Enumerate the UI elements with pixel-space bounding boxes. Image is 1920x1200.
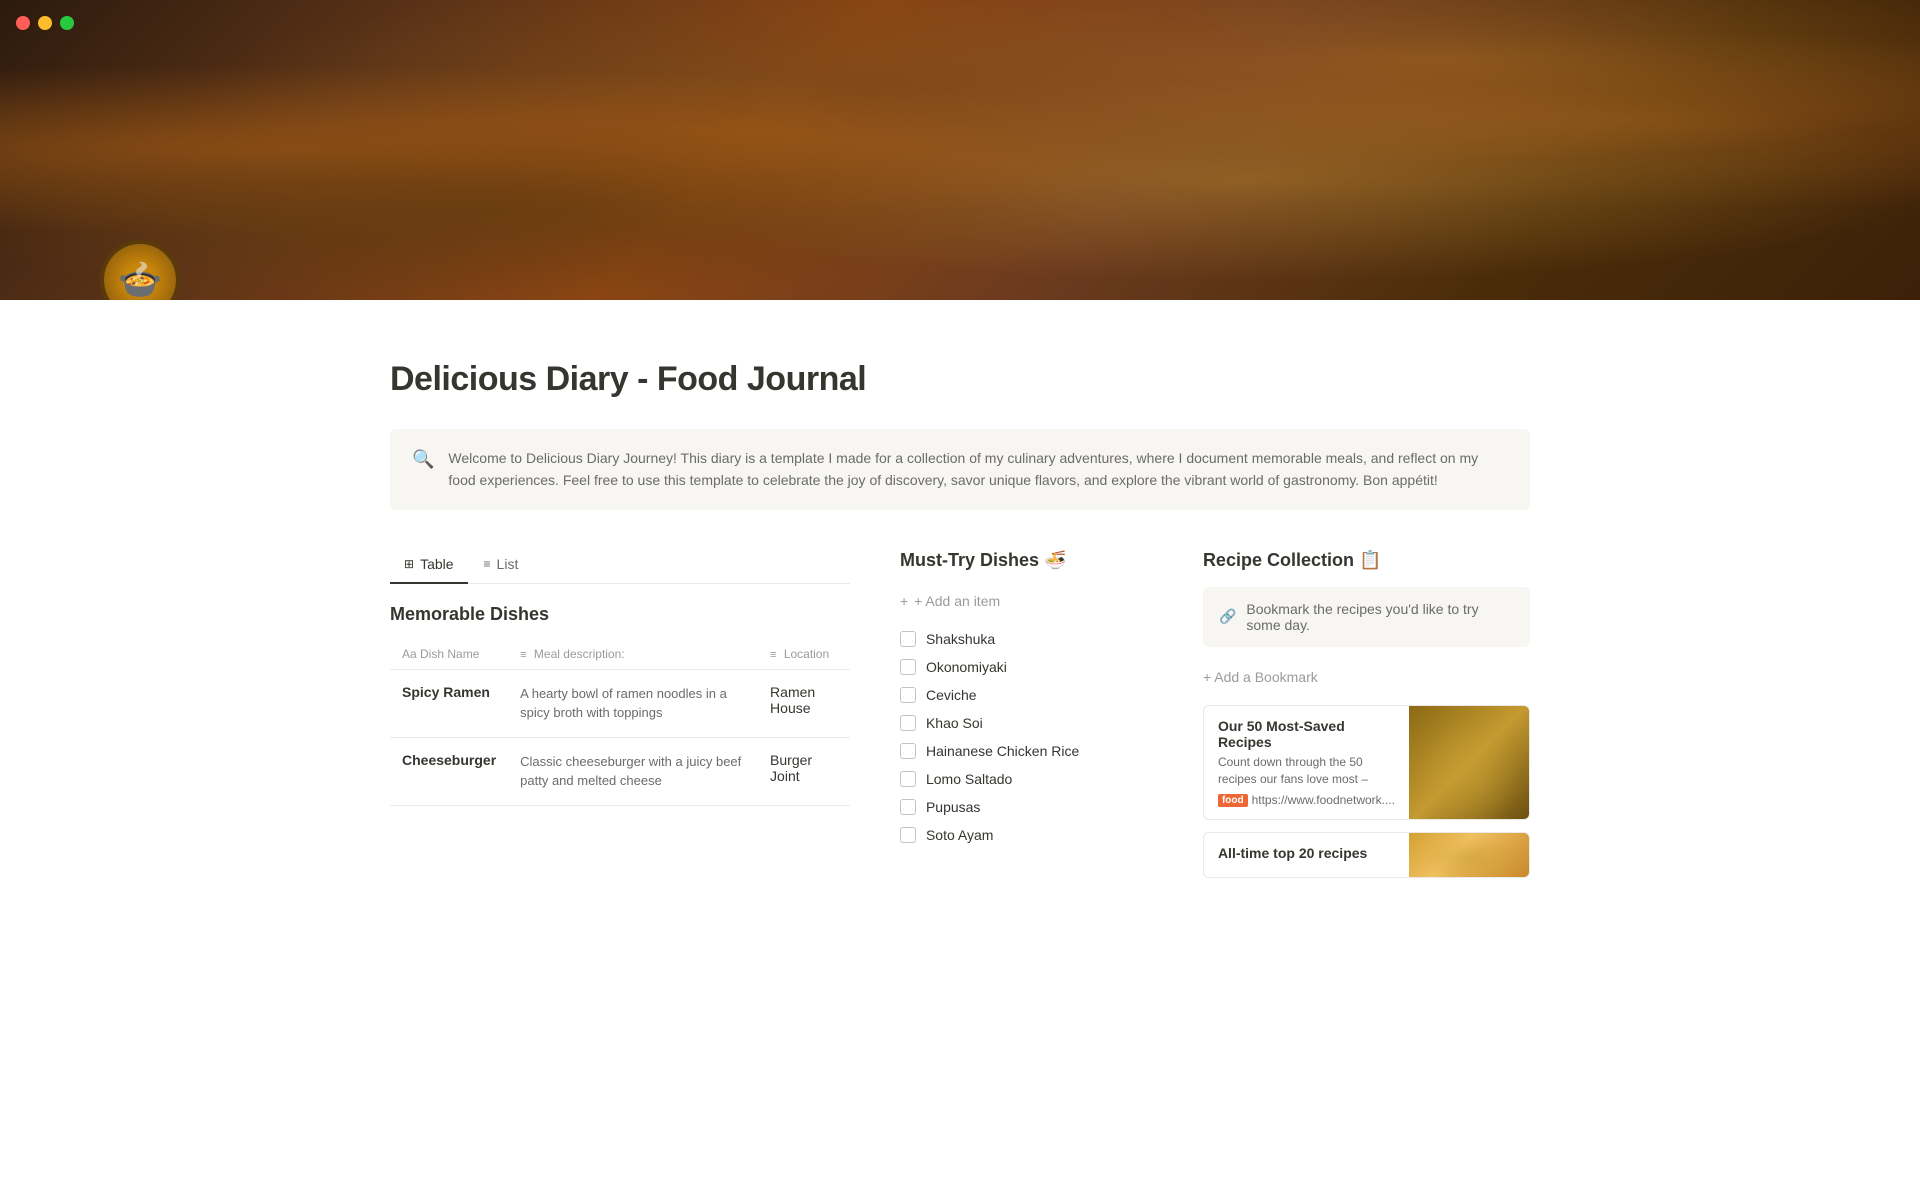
col-location: ≡ Location	[758, 639, 850, 670]
recipe-collection-section: Recipe Collection 📋 🔗 Bookmark the recip…	[1203, 550, 1530, 891]
main-content: Delicious Diary - Food Journal 🔍 Welcome…	[310, 300, 1610, 930]
add-item-button[interactable]: + + Add an item	[900, 587, 1153, 615]
table-section-title: Memorable Dishes	[390, 604, 850, 625]
tab-table[interactable]: ⊞ Table	[390, 550, 468, 584]
add-bookmark-label: + Add a Bookmark	[1203, 669, 1318, 685]
tab-list-label: List	[497, 556, 519, 572]
checkbox-hainanese[interactable]	[900, 743, 916, 759]
dish-name: Spicy Ramen	[402, 684, 490, 700]
meal-desc: Classic cheeseburger with a juicy beef p…	[520, 754, 741, 789]
maximize-button[interactable]	[60, 16, 74, 30]
table-tab-icon: ⊞	[404, 557, 414, 571]
checkbox-okonomiyaki[interactable]	[900, 659, 916, 675]
tab-table-label: Table	[420, 556, 453, 572]
recipe-collection-title: Recipe Collection 📋	[1203, 550, 1530, 571]
checkbox-pupusas[interactable]	[900, 799, 916, 815]
checkbox-khao-soi[interactable]	[900, 715, 916, 731]
checkbox-lomo[interactable]	[900, 771, 916, 787]
recipe-card-title: Our 50 Most-Saved Recipes	[1218, 718, 1395, 750]
memorable-dishes-table: Aa Dish Name ≡ Meal description: ≡ Locat…	[390, 639, 850, 806]
add-item-icon: +	[900, 593, 908, 609]
info-box: 🔍 Welcome to Delicious Diary Journey! Th…	[390, 429, 1530, 510]
meal-desc: A hearty bowl of ramen noodles in a spic…	[520, 686, 727, 721]
recipe-url: https://www.foodnetwork....	[1252, 793, 1395, 807]
tab-list[interactable]: ≡ List	[470, 550, 533, 584]
recipe-info-text: Bookmark the recipes you'd like to try s…	[1246, 601, 1514, 633]
checkbox-shakshuka[interactable]	[900, 631, 916, 647]
col-description: ≡ Meal description:	[508, 639, 758, 670]
table-row: Spicy Ramen A hearty bowl of ramen noodl…	[390, 669, 850, 737]
page-title: Delicious Diary - Food Journal	[390, 360, 1530, 399]
food-logo: food	[1218, 794, 1248, 807]
checkbox-ceviche[interactable]	[900, 687, 916, 703]
info-text: Welcome to Delicious Diary Journey! This…	[448, 447, 1508, 492]
recipe-card-link: food https://www.foodnetwork....	[1218, 793, 1395, 807]
must-try-section: Must-Try Dishes 🍜 + + Add an item Shaksh…	[900, 550, 1153, 849]
list-item: Okonomiyaki	[900, 653, 1153, 681]
col-dish-prefix: Aa	[402, 647, 420, 661]
recipe-card[interactable]: All-time top 20 recipes	[1203, 832, 1530, 878]
list-item: Shakshuka	[900, 625, 1153, 653]
recipe-card-desc: Count down through the 50 recipes our fa…	[1218, 754, 1395, 788]
view-tabs: ⊞ Table ≡ List	[390, 550, 850, 584]
location: Ramen House	[770, 684, 815, 716]
must-try-title: Must-Try Dishes 🍜	[900, 550, 1153, 571]
close-button[interactable]	[16, 16, 30, 30]
traffic-lights	[16, 16, 74, 30]
checklist: Shakshuka Okonomiyaki Ceviche Khao Soi H…	[900, 625, 1153, 849]
col-dish-name: Aa Dish Name	[390, 639, 508, 670]
add-bookmark-button[interactable]: + Add a Bookmark	[1203, 663, 1530, 691]
recipe-card-title: All-time top 20 recipes	[1218, 845, 1395, 861]
minimize-button[interactable]	[38, 16, 52, 30]
recipe-card-content: All-time top 20 recipes	[1204, 833, 1409, 877]
recipe-card[interactable]: Our 50 Most-Saved Recipes Count down thr…	[1203, 705, 1530, 821]
recipe-card-image	[1409, 706, 1529, 820]
info-icon: 🔍	[412, 449, 434, 470]
list-item: Lomo Saltado	[900, 765, 1153, 793]
list-item: Pupusas	[900, 793, 1153, 821]
recipe-info-box: 🔗 Bookmark the recipes you'd like to try…	[1203, 587, 1530, 647]
list-item: Hainanese Chicken Rice	[900, 737, 1153, 765]
link-icon: 🔗	[1219, 608, 1236, 625]
three-column-layout: ⊞ Table ≡ List Memorable Dishes Aa Dish …	[390, 550, 1530, 891]
table-section: ⊞ Table ≡ List Memorable Dishes Aa Dish …	[390, 550, 850, 806]
location: Burger Joint	[770, 752, 812, 784]
list-tab-icon: ≡	[484, 557, 491, 571]
checkbox-soto-ayam[interactable]	[900, 827, 916, 843]
list-item: Soto Ayam	[900, 821, 1153, 849]
list-item: Khao Soi	[900, 709, 1153, 737]
table-row: Cheeseburger Classic cheeseburger with a…	[390, 737, 850, 805]
recipe-card-image-2	[1409, 833, 1529, 877]
add-item-label: + Add an item	[914, 593, 1000, 609]
dish-name: Cheeseburger	[402, 752, 496, 768]
list-item: Ceviche	[900, 681, 1153, 709]
header-banner: 🍲	[0, 0, 1920, 300]
bowl-icon: 🍲	[100, 240, 180, 300]
recipe-card-content: Our 50 Most-Saved Recipes Count down thr…	[1204, 706, 1409, 820]
